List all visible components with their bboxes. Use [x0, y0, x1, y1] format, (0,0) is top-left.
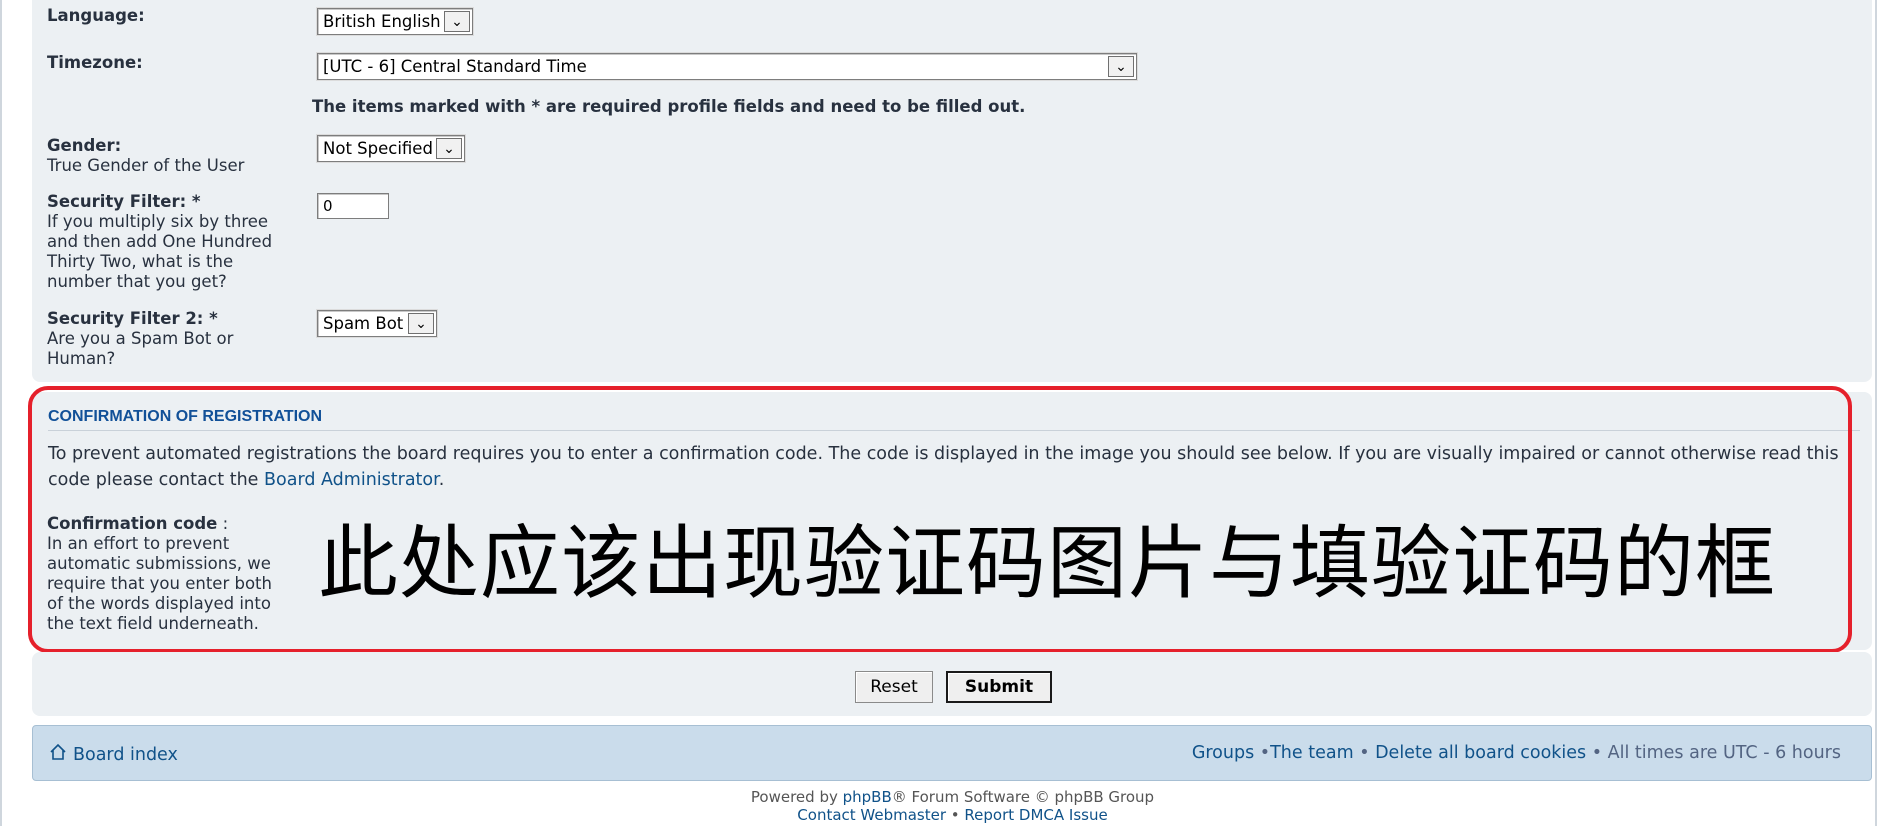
gender-select-value: Not Specified: [323, 139, 433, 158]
required-fields-note: The items marked with * are required pro…: [312, 97, 1026, 116]
security-filter-input[interactable]: 0: [317, 193, 389, 219]
gender-select[interactable]: Not Specified ⌄: [317, 135, 465, 162]
language-label: Language:: [47, 6, 145, 25]
chevron-down-icon[interactable]: ⌄: [408, 313, 434, 334]
language-field: British English ⌄: [317, 8, 473, 35]
language-select-value: British English: [323, 12, 441, 31]
chevron-down-icon[interactable]: ⌄: [436, 138, 462, 159]
security-filter-2-label: Security Filter 2: *: [47, 309, 218, 328]
phpbb-link[interactable]: phpBB: [843, 788, 892, 806]
submit-button[interactable]: Submit: [946, 671, 1052, 703]
security-filter-question-line: Thirty Two, what is the: [47, 252, 234, 271]
timezone-field: [UTC - 6] Central Standard Time ⌄: [317, 53, 1137, 80]
gender-label: Gender:: [47, 136, 122, 155]
footer-separator: •: [946, 806, 965, 824]
powered-by-line: Powered by phpBB® Forum Software © phpBB…: [0, 788, 1877, 806]
security-filter-2-label-group: Security Filter 2: * Are you a Spam Bot …: [47, 309, 292, 369]
security-filter-2-select[interactable]: Spam Bot ⌄: [317, 310, 437, 337]
nav-separator: •: [1353, 743, 1376, 763]
the-team-link[interactable]: The team: [1270, 743, 1354, 763]
language-label-group: Language:: [47, 6, 292, 26]
security-filter-label-group: Security Filter: * If you multiply six b…: [47, 192, 292, 292]
security-filter-field: 0: [317, 193, 389, 219]
powered-by-rest: ® Forum Software © phpBB Group: [891, 788, 1155, 806]
home-icon[interactable]: [49, 743, 67, 766]
board-index-link-group[interactable]: Board index: [49, 743, 178, 766]
timezone-select[interactable]: [UTC - 6] Central Standard Time ⌄: [317, 53, 1137, 80]
footer-navbar: Board index Groups •The team • Delete al…: [32, 725, 1872, 781]
copyright-footer: Powered by phpBB® Forum Software © phpBB…: [0, 788, 1877, 824]
timezone-label-group: Timezone:: [47, 53, 292, 73]
navbar-links-right: Groups •The team • Delete all board cook…: [1192, 743, 1841, 763]
timezone-label: Timezone:: [47, 53, 143, 72]
security-filter-question-line: number that you get?: [47, 272, 227, 291]
page-border-left: [0, 0, 2, 826]
security-filter-2-select-value: Spam Bot: [323, 314, 404, 333]
reset-button[interactable]: Reset: [855, 671, 933, 703]
gender-field: Not Specified ⌄: [317, 135, 465, 162]
contact-line: Contact Webmaster • Report DMCA Issue: [0, 806, 1877, 824]
gender-label-group: Gender: True Gender of the User: [47, 136, 292, 176]
red-highlight-box: [28, 386, 1852, 653]
groups-link[interactable]: Groups: [1192, 743, 1254, 763]
delete-cookies-link[interactable]: Delete all board cookies: [1375, 743, 1586, 763]
security-filter-question-line: If you multiply six by three: [47, 212, 269, 231]
security-filter-label: Security Filter: *: [47, 192, 201, 211]
powered-by-text: Powered by: [750, 788, 843, 806]
contact-webmaster-link[interactable]: Contact Webmaster: [797, 806, 946, 824]
security-filter-2-question-line: Are you a Spam Bot or: [47, 329, 234, 348]
chevron-down-icon[interactable]: ⌄: [444, 11, 470, 32]
gender-description: True Gender of the User: [47, 156, 245, 175]
security-filter-2-field: Spam Bot ⌄: [317, 310, 437, 337]
nav-separator: •: [1254, 743, 1271, 763]
report-dmca-link[interactable]: Report DMCA Issue: [964, 806, 1107, 824]
board-index-link[interactable]: Board index: [73, 745, 178, 765]
timezone-info: • All times are UTC - 6 hours: [1586, 743, 1841, 763]
timezone-select-value: [UTC - 6] Central Standard Time: [323, 57, 587, 76]
language-select[interactable]: British English ⌄: [317, 8, 473, 35]
security-filter-2-question-line: Human?: [47, 349, 116, 368]
security-filter-question-line: and then add One Hundred: [47, 232, 273, 251]
chevron-down-icon[interactable]: ⌄: [1108, 56, 1134, 77]
